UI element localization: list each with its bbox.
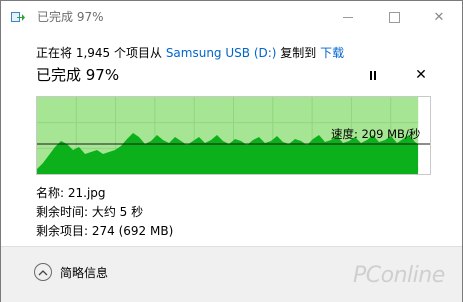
- close-window-button[interactable]: ✕: [416, 1, 462, 33]
- copy-dialog: 已完成 97% ✕ 正在将 1,945 个项目从 Samsung USB (D:…: [0, 0, 463, 302]
- chevron-up-icon: [34, 263, 52, 281]
- file-name: 名称: 21.jpg: [36, 186, 106, 200]
- pause-icon-bar: [370, 70, 372, 80]
- cancel-icon: ✕: [415, 67, 427, 83]
- operation-description: 正在将 1,945 个项目从 Samsung USB (D:) 复制到 下载: [36, 44, 344, 61]
- destination-link[interactable]: 下载: [320, 46, 344, 60]
- less-details-label: 简略信息: [60, 265, 109, 280]
- progress-status: 已完成 97%: [36, 66, 120, 84]
- less-details-button[interactable]: 简略信息: [34, 263, 108, 281]
- minimize-button[interactable]: [325, 1, 371, 33]
- items-remaining: 剩余项目: 274 (692 MB): [36, 224, 174, 238]
- time-remaining: 剩余时间: 大约 5 秒: [36, 205, 144, 219]
- close-icon: ✕: [433, 9, 445, 25]
- pause-button[interactable]: [363, 65, 383, 85]
- speed-label: 速度: 209 MB/秒: [331, 127, 421, 141]
- maximize-icon: [388, 11, 400, 23]
- window-title: 已完成 97%: [37, 10, 104, 24]
- source-link[interactable]: Samsung USB (D:): [166, 46, 277, 60]
- copy-arrow-icon: [11, 12, 25, 22]
- operation-prefix: 正在将 1,945 个项目从: [36, 46, 166, 60]
- cancel-button[interactable]: ✕: [412, 65, 430, 85]
- pause-icon-bar: [374, 70, 376, 80]
- operation-middle: 复制到: [276, 46, 321, 60]
- minimize-icon: [343, 16, 353, 18]
- maximize-button[interactable]: [371, 1, 417, 33]
- title-bar[interactable]: 已完成 97% ✕: [1, 1, 462, 33]
- watermark-logo: PConline: [353, 263, 445, 288]
